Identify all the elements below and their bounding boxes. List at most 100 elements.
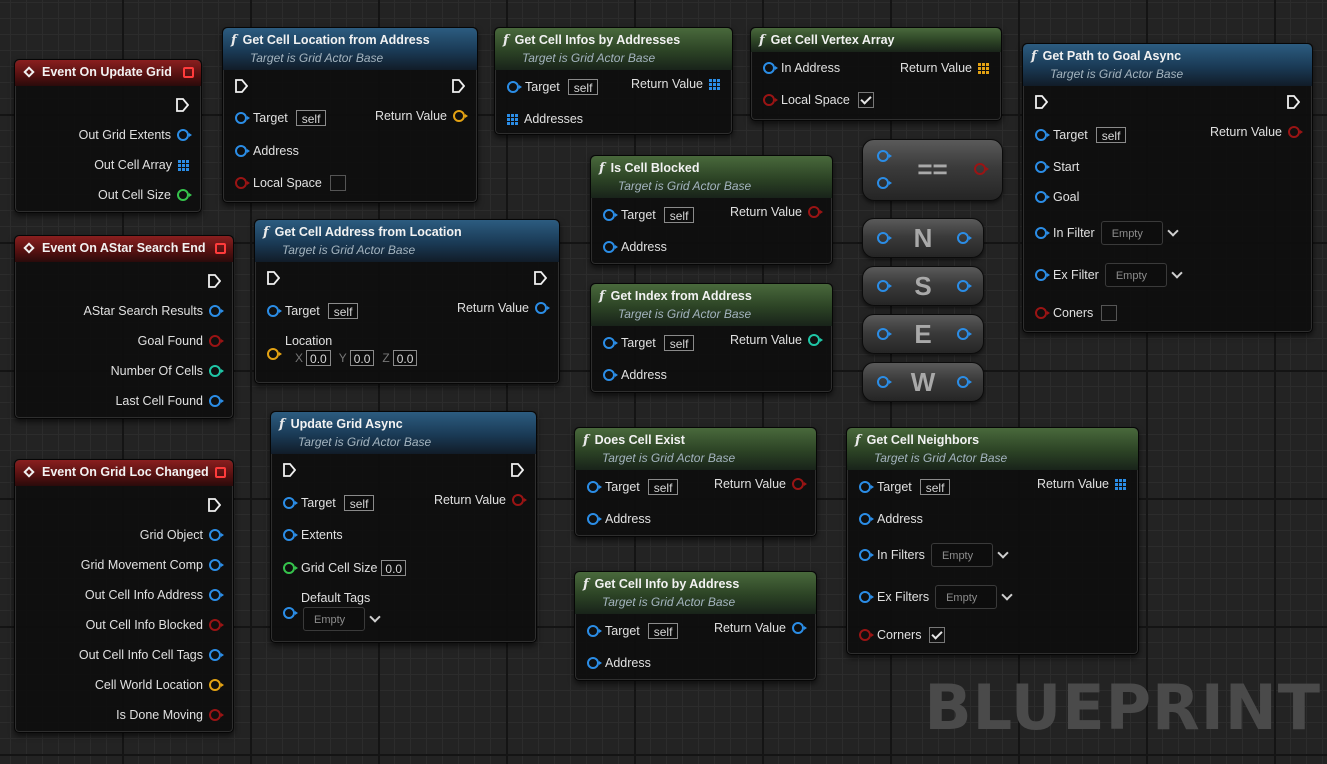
target-self-field[interactable]: self — [327, 303, 359, 319]
object-pin-icon[interactable] — [877, 177, 892, 189]
in-filters-dropdown[interactable]: Empty — [930, 543, 1009, 567]
target-pin[interactable]: Target self — [859, 478, 951, 496]
in-address-pin[interactable]: In Address — [763, 59, 840, 77]
blueprint-graph-canvas[interactable]: Event On Update Grid Out Grid Extents Ou… — [0, 0, 1327, 764]
astar-search-results-pin[interactable]: AStar Search Results — [84, 302, 224, 320]
address-pin[interactable]: Address — [859, 510, 923, 528]
coners-checkbox[interactable] — [1101, 305, 1118, 321]
target-pin[interactable]: Target self — [283, 494, 375, 512]
node-header[interactable]: f Does Cell Exist Target is Grid Actor Ba… — [575, 428, 816, 470]
goal-found-pin[interactable]: Goal Found — [138, 332, 224, 350]
direction-south-node[interactable]: S — [862, 266, 984, 306]
event-on-grid-loc-changed-node[interactable]: Event On Grid Loc Changed Grid Object Gr… — [14, 459, 234, 733]
grid-cell-size-field[interactable]: 0.0 — [381, 560, 407, 576]
target-self-field[interactable]: self — [663, 335, 695, 351]
get-cell-location-from-address-node[interactable]: f Get Cell Location from Address Target i… — [222, 27, 478, 203]
target-self-field[interactable]: self — [1095, 127, 1127, 143]
return-value-pin[interactable]: Return Value — [730, 331, 823, 349]
node-header[interactable]: f Get Cell Infos by Addresses Target is G… — [495, 28, 732, 70]
out-cell-info-cell-tags-pin[interactable]: Out Cell Info Cell Tags — [79, 646, 224, 664]
return-value-pin[interactable]: Return Value — [730, 203, 823, 221]
target-pin[interactable]: Target self — [235, 109, 327, 127]
corners-checkbox[interactable] — [929, 627, 946, 643]
node-header[interactable]: f Get Cell Address from Location Target i… — [255, 220, 559, 262]
direction-north-node[interactable]: N — [862, 218, 984, 258]
exec-in-pin[interactable] — [234, 77, 248, 95]
target-self-field[interactable]: self — [567, 79, 599, 95]
target-self-field[interactable]: self — [647, 479, 679, 495]
target-pin[interactable]: Target self — [587, 478, 679, 496]
get-path-to-goal-async-node[interactable]: f Get Path to Goal Async Target is Grid A… — [1022, 43, 1313, 333]
target-pin[interactable]: Target self — [603, 206, 695, 224]
location-x-field[interactable]: 0.0 — [306, 350, 331, 366]
exec-in-pin[interactable] — [266, 269, 280, 287]
exec-in-pin[interactable] — [1034, 93, 1048, 111]
coners-pin[interactable]: Coners — [1035, 304, 1118, 322]
node-header[interactable]: f Get Cell Location from Address Target i… — [223, 28, 477, 70]
node-header[interactable]: f Update Grid Async Target is Grid Actor … — [271, 412, 536, 454]
location-pin[interactable]: Location X 0.0 Y 0.0 Z 0.0 — [267, 334, 418, 374]
return-value-pin[interactable]: Return Value — [1037, 475, 1126, 493]
exec-out-pin[interactable] — [207, 272, 221, 290]
location-z-field[interactable]: 0.0 — [392, 350, 418, 366]
event-on-astar-search-end-node[interactable]: Event On AStar Search End AStar Search R… — [14, 235, 234, 419]
address-pin[interactable]: Address — [235, 142, 299, 160]
target-self-field[interactable]: self — [343, 495, 375, 511]
direction-east-node[interactable]: E — [862, 314, 984, 354]
is-done-moving-pin[interactable]: Is Done Moving — [116, 706, 224, 724]
exec-out-pin[interactable] — [533, 269, 547, 287]
corners-pin[interactable]: Corners — [859, 626, 946, 644]
exec-out-pin[interactable] — [510, 461, 524, 479]
does-cell-exist-node[interactable]: f Does Cell Exist Target is Grid Actor Ba… — [574, 427, 817, 537]
return-value-pin[interactable]: Return Value — [714, 619, 807, 637]
object-pin-icon[interactable] — [877, 328, 892, 340]
get-index-from-address-node[interactable]: f Get Index from Address Target is Grid A… — [590, 283, 833, 393]
out-cell-info-address-pin[interactable]: Out Cell Info Address — [85, 586, 224, 604]
object-pin-icon[interactable] — [957, 232, 972, 244]
goal-pin[interactable]: Goal — [1035, 188, 1079, 206]
grid-movement-comp-pin[interactable]: Grid Movement Comp — [81, 556, 224, 574]
grid-cell-size-pin[interactable]: Grid Cell Size 0.0 — [283, 559, 407, 577]
exec-in-pin[interactable] — [282, 461, 296, 479]
is-cell-blocked-node[interactable]: f Is Cell Blocked Target is Grid Actor Ba… — [590, 155, 833, 265]
ex-filter-pin[interactable]: Ex Filter Empty — [1035, 263, 1183, 287]
target-pin[interactable]: Target self — [587, 622, 679, 640]
return-value-pin[interactable]: Return Value — [1210, 123, 1303, 141]
object-pin-icon[interactable] — [957, 280, 972, 292]
target-self-field[interactable]: self — [919, 479, 951, 495]
local-space-checkbox[interactable] — [329, 175, 346, 191]
object-pin-icon[interactable] — [877, 376, 892, 388]
object-pin-icon[interactable] — [877, 280, 892, 292]
location-y-field[interactable]: 0.0 — [349, 350, 375, 366]
out-cell-array-pin[interactable]: Out Cell Array — [94, 156, 189, 174]
node-header[interactable]: f Get Index from Address Target is Grid A… — [591, 284, 832, 326]
node-header[interactable]: Event On Grid Loc Changed — [15, 460, 233, 486]
out-cell-info-blocked-pin[interactable]: Out Cell Info Blocked — [86, 616, 224, 634]
node-header[interactable]: f Get Cell Info by Address Target is Grid… — [575, 572, 816, 614]
out-cell-size-pin[interactable]: Out Cell Size — [98, 186, 192, 204]
object-pin-icon[interactable] — [877, 150, 892, 162]
addresses-pin[interactable]: Addresses — [507, 110, 583, 128]
in-filters-pin[interactable]: In Filters Empty — [859, 543, 1009, 567]
get-cell-infos-by-addresses-node[interactable]: f Get Cell Infos by Addresses Target is G… — [494, 27, 733, 135]
event-on-update-grid-node[interactable]: Event On Update Grid Out Grid Extents Ou… — [14, 59, 202, 213]
grid-object-pin[interactable]: Grid Object — [140, 526, 224, 544]
extents-pin[interactable]: Extents — [283, 526, 343, 544]
exec-out-pin[interactable] — [207, 496, 221, 514]
get-cell-neighbors-node[interactable]: f Get Cell Neighbors Target is Grid Actor… — [846, 427, 1139, 655]
local-space-pin[interactable]: Local Space — [235, 174, 346, 192]
return-value-pin[interactable]: Return Value — [714, 475, 807, 493]
update-grid-async-node[interactable]: f Update Grid Async Target is Grid Actor … — [270, 411, 537, 643]
delegate-pin[interactable] — [215, 243, 226, 254]
ex-filters-dropdown[interactable]: Empty — [935, 585, 1013, 609]
return-value-pin[interactable]: Return Value — [457, 299, 550, 317]
exec-out-pin[interactable] — [175, 96, 189, 114]
node-header[interactable]: f Get Path to Goal Async Target is Grid A… — [1023, 44, 1312, 86]
return-value-pin[interactable]: Return Value — [434, 491, 527, 509]
number-of-cells-pin[interactable]: Number Of Cells — [111, 362, 224, 380]
address-pin[interactable]: Address — [587, 654, 651, 672]
in-filter-dropdown[interactable]: Empty — [1100, 221, 1179, 245]
exec-out-pin[interactable] — [1286, 93, 1300, 111]
target-self-field[interactable]: self — [295, 110, 327, 126]
object-pin-icon[interactable] — [957, 376, 972, 388]
